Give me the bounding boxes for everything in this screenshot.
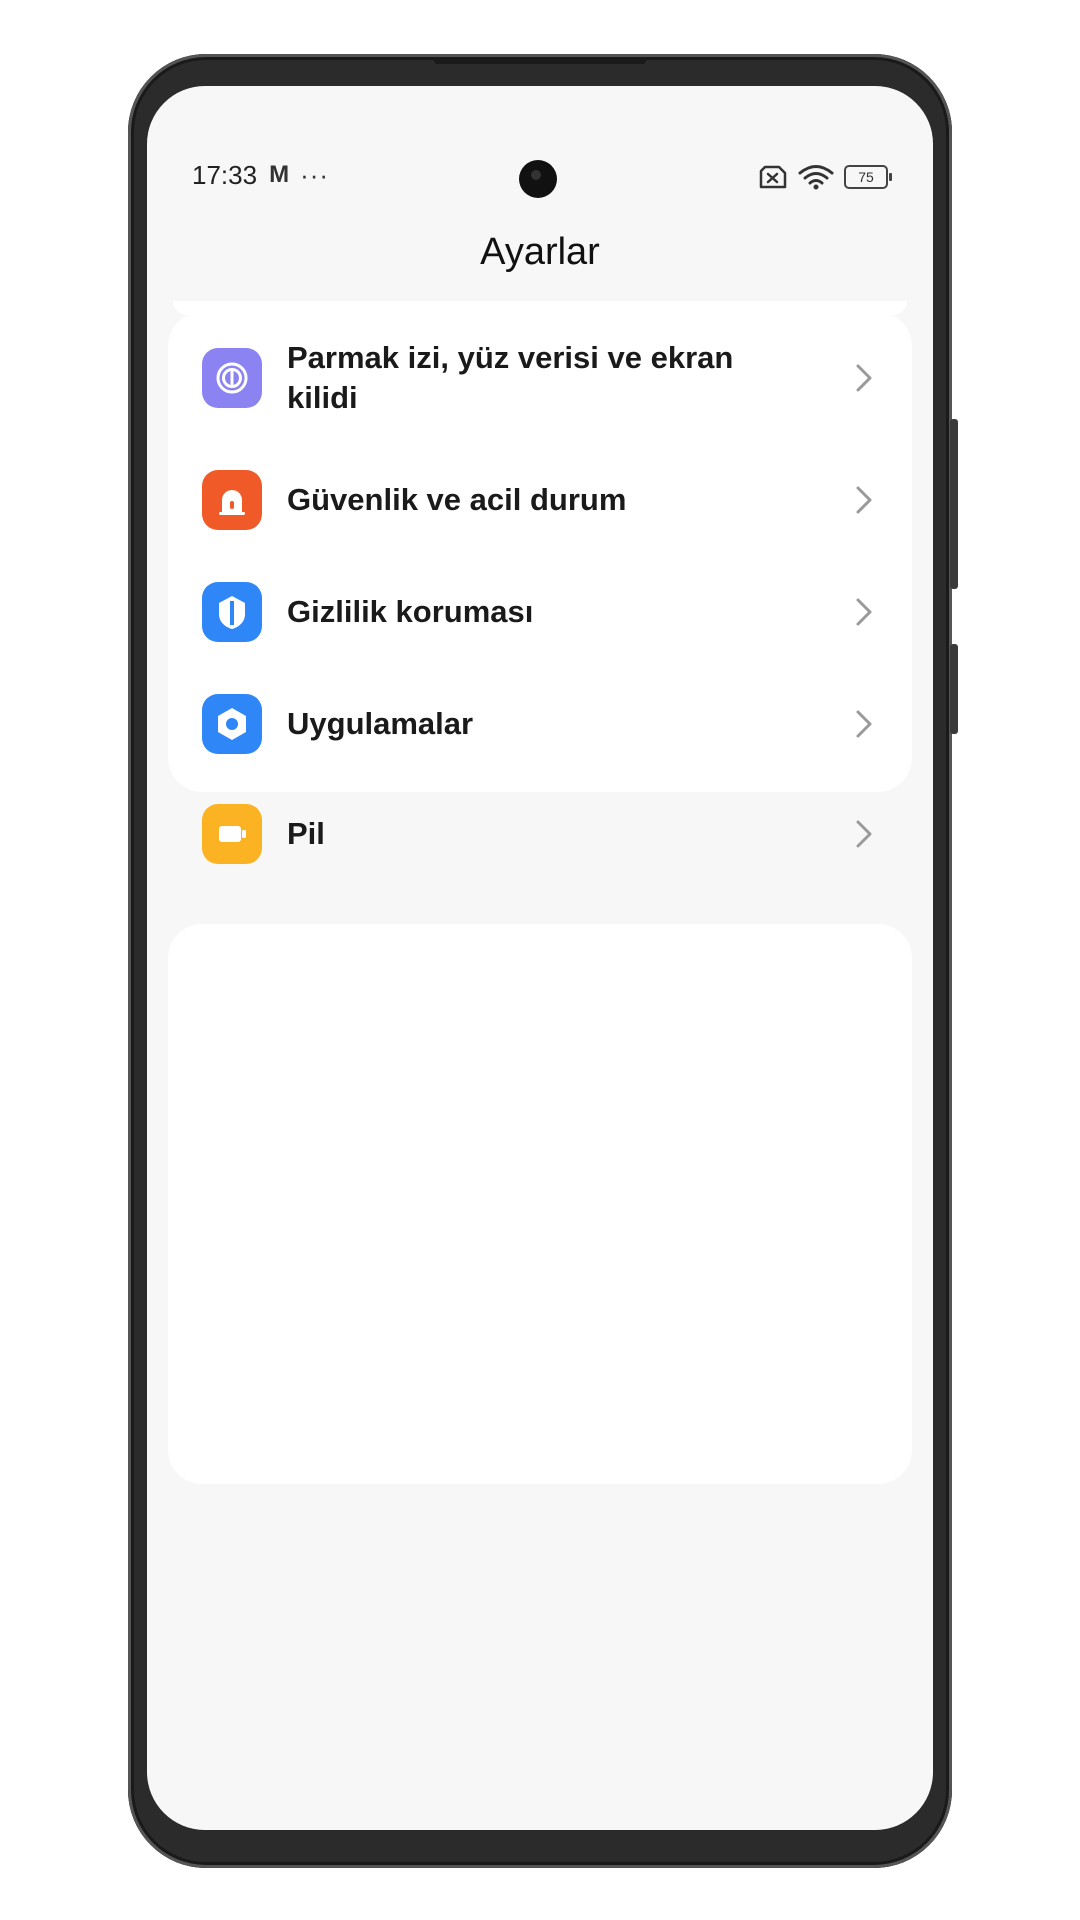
settings-group-accounts — [168, 924, 912, 1484]
chevron-right-icon — [856, 598, 872, 626]
volume-button — [950, 419, 958, 589]
more-notifications-icon: ··· — [300, 159, 330, 190]
alarm-icon — [202, 470, 262, 530]
chevron-right-icon — [856, 820, 872, 848]
shield-icon — [202, 582, 262, 642]
status-bar: 17:33 M ··· 75 — [147, 86, 933, 198]
settings-item-label: Gizlilik koruması — [287, 594, 534, 629]
wifi-icon — [798, 165, 834, 190]
page-title: Ayarlar — [480, 231, 600, 273]
settings-item-privacy-protection[interactable]: Gizlilik koruması — [168, 556, 912, 668]
settings-group-security: Parmak izi, yüz verisi ve ekran kilidi G… — [168, 312, 912, 864]
battery-icon — [202, 804, 262, 864]
status-right: 75 — [758, 160, 892, 194]
status-left: 17:33 M ··· — [192, 158, 329, 192]
settings-item-security-emergency[interactable]: Güvenlik ve acil durum — [168, 444, 912, 556]
mail-icon: M — [269, 161, 289, 188]
settings-item-battery[interactable]: Pil — [168, 778, 912, 890]
settings-item-label: Pil — [287, 816, 325, 851]
battery-level: 75 — [858, 169, 874, 185]
chevron-right-icon — [856, 486, 872, 514]
settings-item-label: Parmak izi, yüz verisi ve ekran kilidi — [287, 340, 734, 415]
settings-item-fingerprint[interactable]: Parmak izi, yüz verisi ve ekran kilidi — [168, 316, 912, 440]
settings-item-label: Uygulamalar — [287, 706, 474, 741]
battery-indicator: 75 — [844, 165, 892, 189]
chevron-right-icon — [856, 364, 872, 392]
settings-item-apps[interactable]: Uygulamalar — [168, 668, 912, 780]
phone-frame: 17:33 M ··· 75 Ayarlar Parmak izi, yüz v… — [128, 54, 958, 1868]
status-time: 17:33 — [192, 159, 258, 190]
speaker-slot — [434, 58, 646, 64]
screen: 17:33 M ··· 75 Ayarlar Parmak izi, yüz v… — [147, 86, 933, 1830]
gear-icon — [202, 694, 262, 754]
fingerprint-icon — [202, 348, 262, 408]
settings-item-label: Güvenlik ve acil durum — [287, 482, 627, 517]
power-button — [950, 644, 958, 734]
no-sim-icon — [759, 165, 787, 189]
front-camera — [519, 160, 557, 198]
chevron-right-icon — [856, 710, 872, 738]
